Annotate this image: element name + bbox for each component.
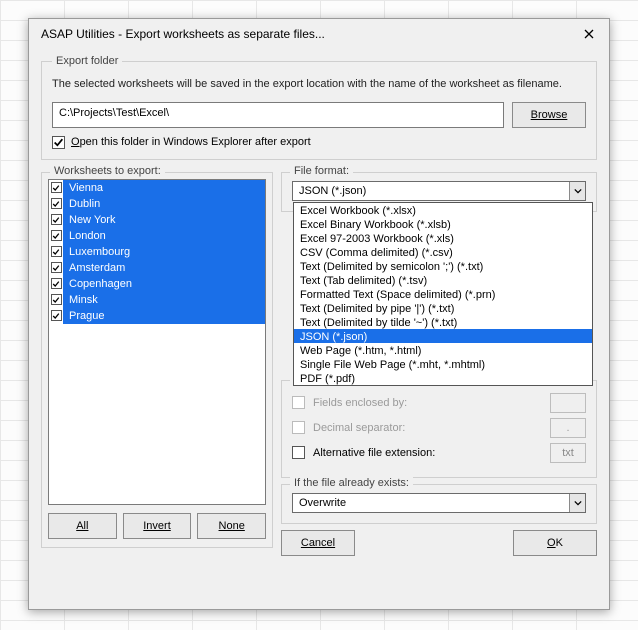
- worksheets-group: Worksheets to export: ViennaDublinNew Yo…: [41, 172, 273, 548]
- titlebar: ASAP Utilities - Export worksheets as se…: [29, 19, 609, 49]
- file-exists-combo[interactable]: Overwrite: [292, 493, 586, 513]
- worksheet-label: Amsterdam: [63, 260, 265, 276]
- check-icon: [52, 280, 60, 288]
- file-format-option[interactable]: Text (Delimited by pipe '|') (*.txt): [294, 301, 592, 315]
- check-icon: [52, 184, 60, 192]
- worksheet-label: Copenhagen: [63, 276, 265, 292]
- check-icon: [52, 264, 60, 272]
- list-item[interactable]: Luxembourg: [49, 244, 265, 260]
- alt-ext-input: txt: [550, 443, 586, 463]
- file-format-option[interactable]: CSV (Comma delimited) (*.csv): [294, 245, 592, 259]
- open-after-export-label: Open this folder in Windows Explorer aft…: [71, 136, 311, 148]
- file-format-group: File format: JSON (*.json) Excel Workboo…: [281, 172, 597, 212]
- check-icon: [52, 248, 60, 256]
- worksheet-checkbox[interactable]: [49, 196, 63, 212]
- chevron-down-icon: [569, 182, 585, 200]
- worksheet-checkbox[interactable]: [49, 308, 63, 324]
- browse-button[interactable]: Browse: [512, 102, 586, 128]
- file-format-option[interactable]: PDF (*.pdf): [294, 371, 592, 385]
- check-icon: [52, 200, 60, 208]
- worksheets-list[interactable]: ViennaDublinNew YorkLondonLuxembourgAmst…: [48, 179, 266, 505]
- select-none-button[interactable]: None: [197, 513, 266, 539]
- fields-enclosed-checkbox: [292, 396, 305, 409]
- worksheet-checkbox[interactable]: [49, 212, 63, 228]
- file-format-combo[interactable]: JSON (*.json) Excel Workbook (*.xlsx)Exc…: [292, 181, 586, 201]
- check-icon: [52, 232, 60, 240]
- list-item[interactable]: Minsk: [49, 292, 265, 308]
- list-item[interactable]: Copenhagen: [49, 276, 265, 292]
- decimal-separator-checkbox: [292, 421, 305, 434]
- file-exists-group: If the file already exists: Overwrite: [281, 484, 597, 524]
- alt-ext-label: Alternative file extension:: [313, 447, 542, 459]
- check-icon: [53, 137, 64, 148]
- worksheet-label: Minsk: [63, 292, 265, 308]
- list-item[interactable]: New York: [49, 212, 265, 228]
- invert-button[interactable]: Invert: [123, 513, 192, 539]
- select-all-button[interactable]: All: [48, 513, 117, 539]
- alt-ext-checkbox[interactable]: [292, 446, 305, 459]
- open-after-export-checkbox[interactable]: [52, 136, 65, 149]
- file-format-dropdown[interactable]: Excel Workbook (*.xlsx)Excel Binary Work…: [293, 202, 593, 386]
- list-item[interactable]: Dublin: [49, 196, 265, 212]
- file-format-legend: File format:: [290, 165, 353, 177]
- file-format-option[interactable]: JSON (*.json): [294, 329, 592, 343]
- file-format-option[interactable]: Web Page (*.htm, *.html): [294, 343, 592, 357]
- worksheet-label: New York: [63, 212, 265, 228]
- file-format-option[interactable]: Text (Delimited by tilde '~') (*.txt): [294, 315, 592, 329]
- file-format-option[interactable]: Text (Tab delimited) (*.tsv): [294, 273, 592, 287]
- file-format-option[interactable]: Excel Workbook (*.xlsx): [294, 203, 592, 217]
- list-item[interactable]: London: [49, 228, 265, 244]
- export-folder-group: Export folder The selected worksheets wi…: [41, 55, 597, 160]
- worksheet-label: London: [63, 228, 265, 244]
- file-format-selected: JSON (*.json): [299, 185, 366, 197]
- worksheets-legend: Worksheets to export:: [50, 165, 165, 177]
- list-item[interactable]: Prague: [49, 308, 265, 324]
- chevron-down-icon: [569, 494, 585, 512]
- worksheet-checkbox[interactable]: [49, 292, 63, 308]
- fields-enclosed-label: Fields enclosed by:: [313, 397, 542, 409]
- fields-enclosed-input: [550, 393, 586, 413]
- file-format-option[interactable]: Text (Delimited by semicolon ';') (*.txt…: [294, 259, 592, 273]
- list-item[interactable]: Amsterdam: [49, 260, 265, 276]
- close-icon: [584, 29, 594, 39]
- check-icon: [52, 312, 60, 320]
- worksheet-label: Prague: [63, 308, 265, 324]
- file-exists-legend: If the file already exists:: [290, 477, 413, 489]
- worksheet-checkbox[interactable]: [49, 180, 63, 196]
- export-path-input[interactable]: C:\Projects\Test\Excel\: [52, 102, 504, 128]
- non-standard-settings-group: Use non standard settings: Fields enclos…: [281, 380, 597, 478]
- file-format-option[interactable]: Excel Binary Workbook (*.xlsb): [294, 217, 592, 231]
- check-icon: [52, 296, 60, 304]
- check-icon: [52, 216, 60, 224]
- worksheet-label: Dublin: [63, 196, 265, 212]
- file-format-option[interactable]: Single File Web Page (*.mht, *.mhtml): [294, 357, 592, 371]
- close-button[interactable]: [577, 22, 601, 46]
- dialog-title: ASAP Utilities - Export worksheets as se…: [41, 27, 577, 41]
- file-format-option[interactable]: Formatted Text (Space delimited) (*.prn): [294, 287, 592, 301]
- export-dialog: ASAP Utilities - Export worksheets as se…: [28, 18, 610, 610]
- list-item[interactable]: Vienna: [49, 180, 265, 196]
- worksheet-checkbox[interactable]: [49, 260, 63, 276]
- file-exists-value: Overwrite: [299, 497, 346, 509]
- worksheet-label: Vienna: [63, 180, 265, 196]
- ok-button[interactable]: OK: [513, 530, 597, 556]
- worksheet-checkbox[interactable]: [49, 276, 63, 292]
- decimal-separator-label: Decimal separator:: [313, 422, 542, 434]
- decimal-separator-input: .: [550, 418, 586, 438]
- cancel-button[interactable]: Cancel: [281, 530, 355, 556]
- export-folder-legend: Export folder: [52, 55, 122, 67]
- worksheet-checkbox[interactable]: [49, 244, 63, 260]
- worksheet-checkbox[interactable]: [49, 228, 63, 244]
- export-folder-desc: The selected worksheets will be saved in…: [52, 77, 586, 92]
- file-format-option[interactable]: Excel 97-2003 Workbook (*.xls): [294, 231, 592, 245]
- worksheet-label: Luxembourg: [63, 244, 265, 260]
